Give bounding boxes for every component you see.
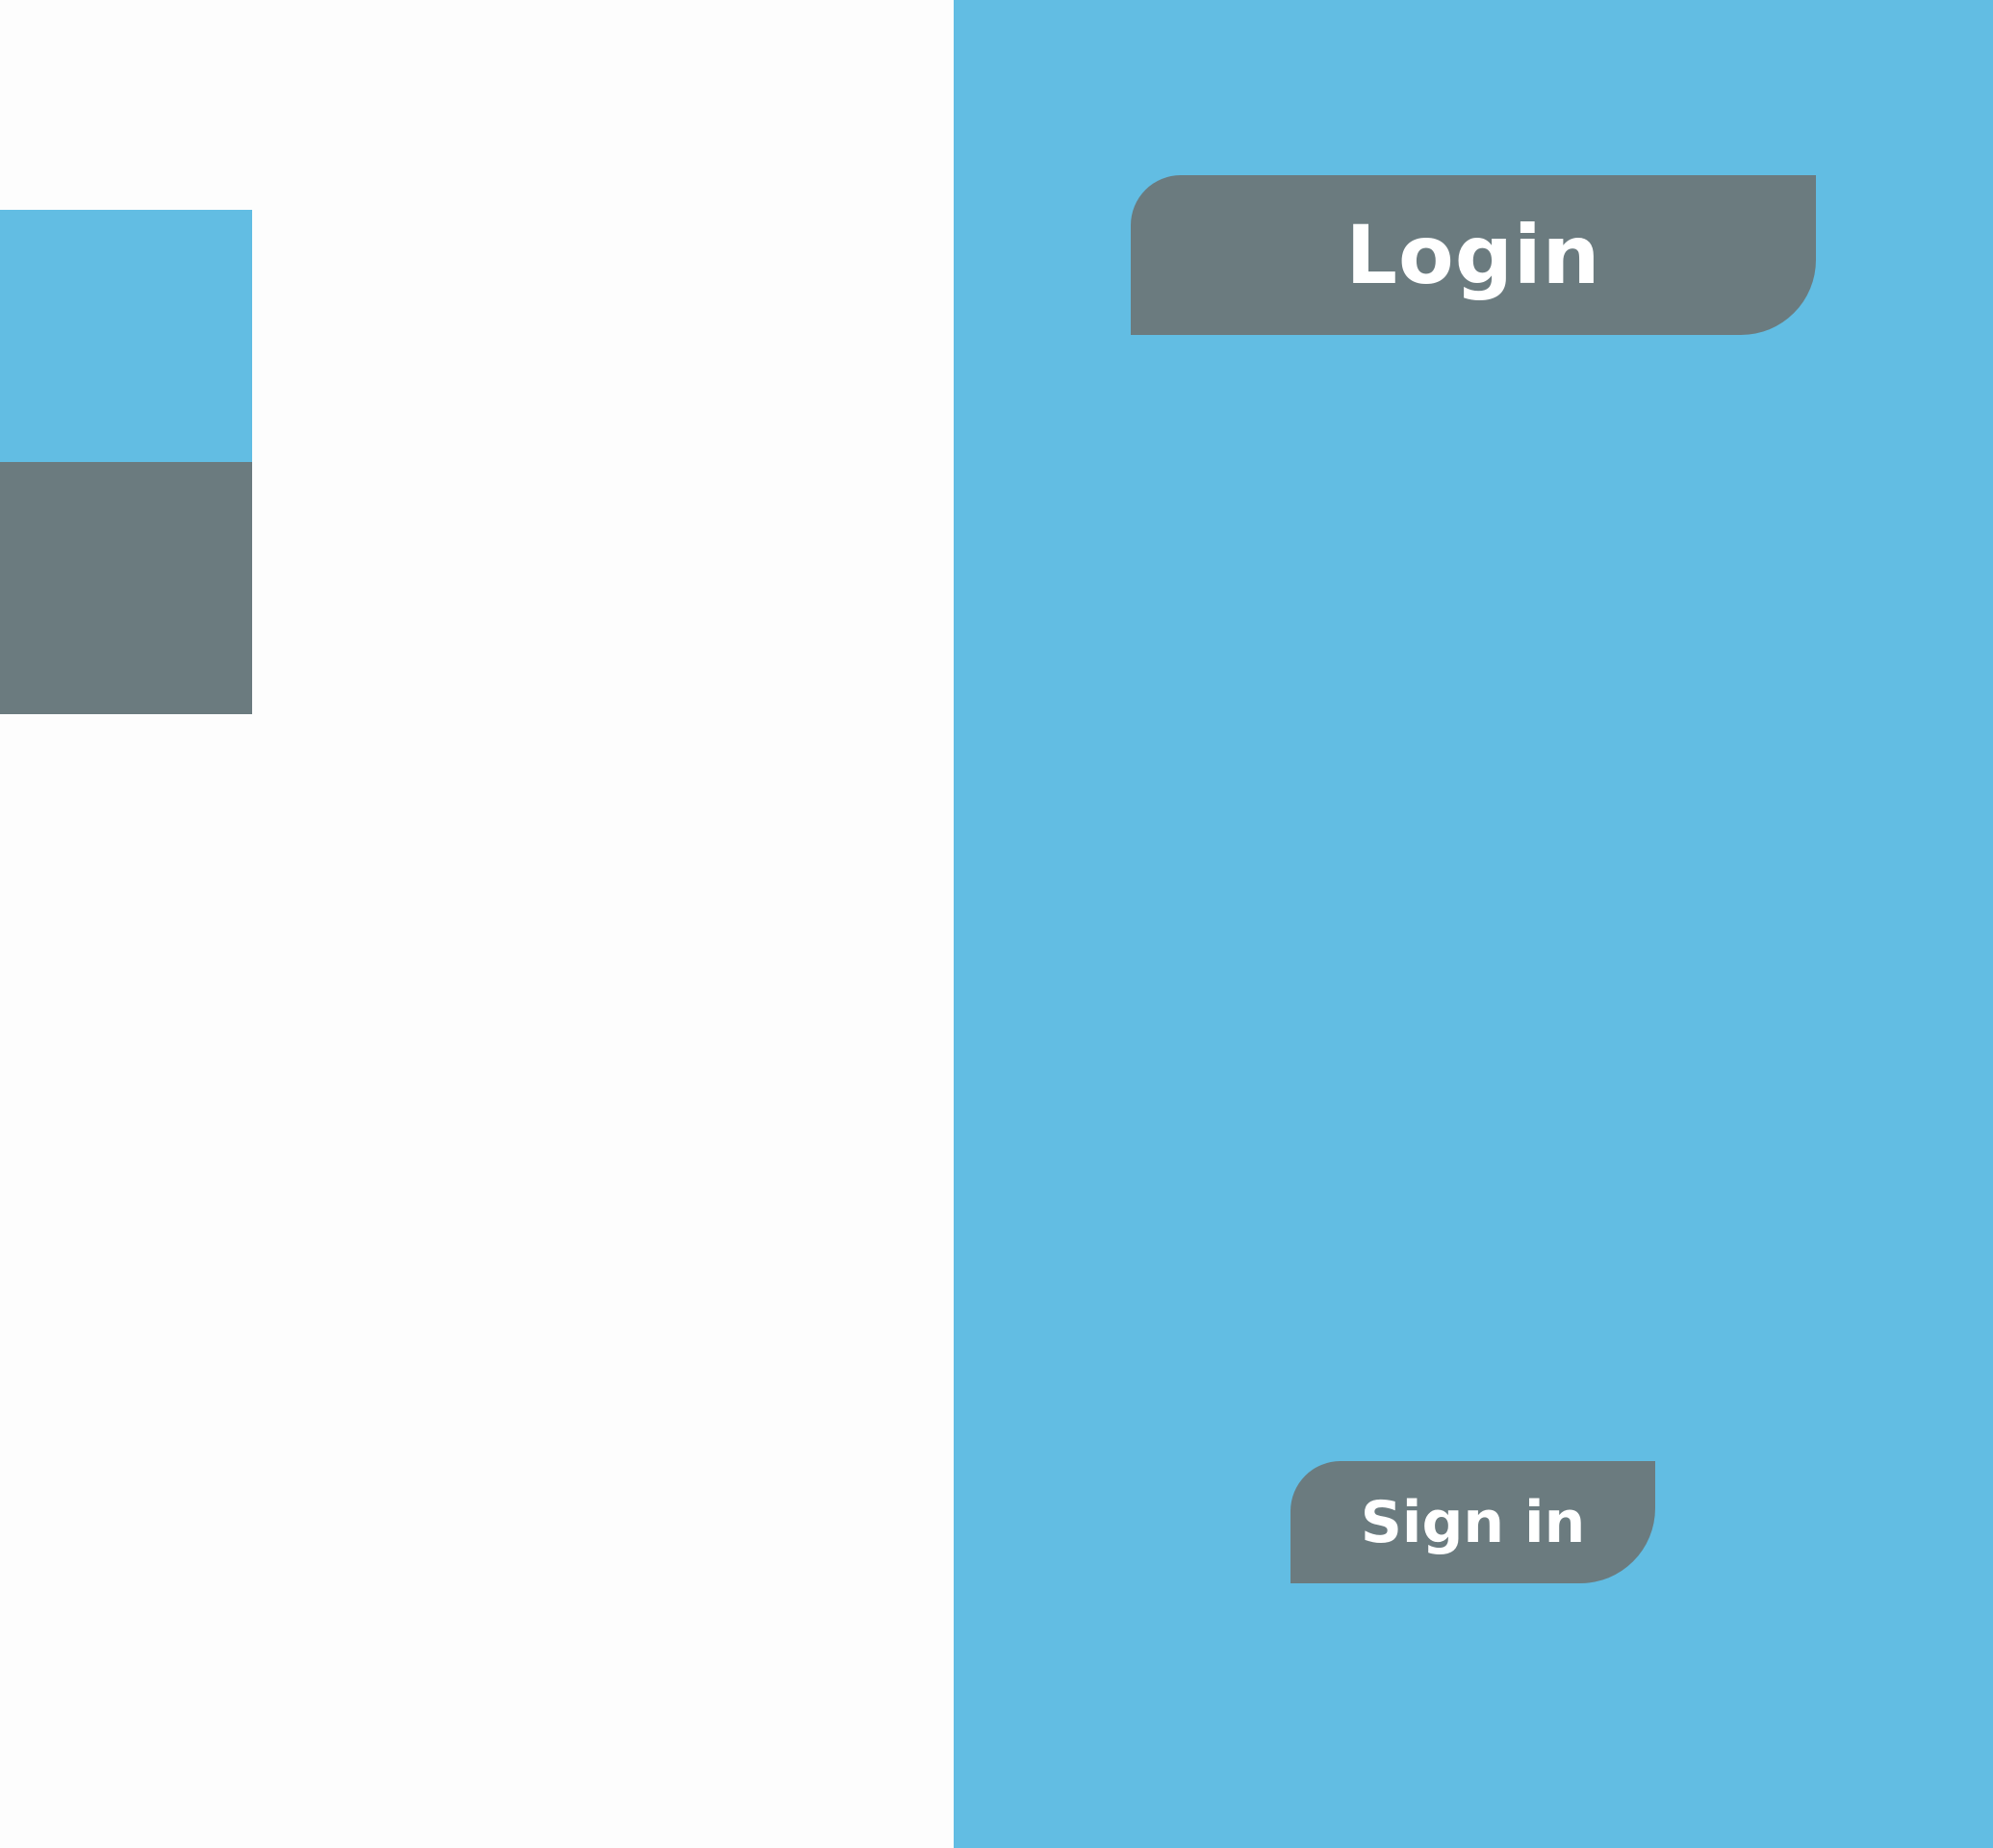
sign-in-label: Sign in <box>1360 1488 1586 1556</box>
canvas-area <box>0 0 954 1848</box>
color-swatch-gray <box>0 462 252 714</box>
login-title: Login <box>1345 208 1601 302</box>
sign-in-button[interactable]: Sign in <box>1290 1461 1655 1583</box>
color-swatch-blue <box>0 210 252 462</box>
login-header: Login <box>1131 175 1816 335</box>
login-panel: Login Sign in <box>954 0 1993 1848</box>
